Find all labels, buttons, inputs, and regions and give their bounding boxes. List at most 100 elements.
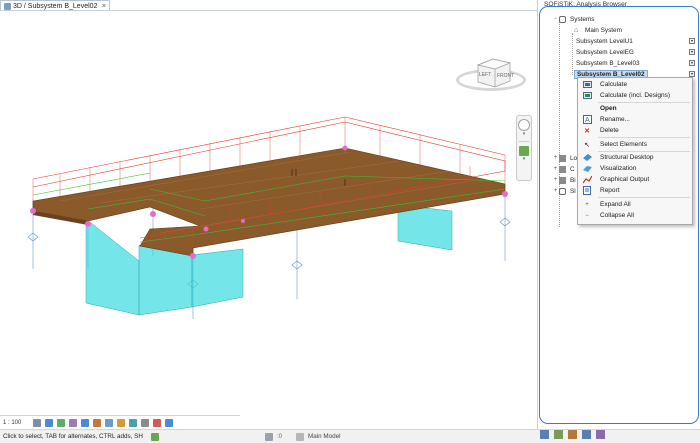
- 3d-viewport[interactable]: LEFT FRONT ▾ ▾: [0, 11, 537, 415]
- menu-item-label: Rename...: [600, 116, 630, 123]
- menu-item-label: Visualization: [600, 165, 637, 172]
- browser-toolbar: [540, 430, 605, 439]
- menu-item-rename[interactable]: A Rename...: [578, 114, 692, 125]
- close-icon[interactable]: ×: [102, 3, 106, 10]
- temporary-hide-icon[interactable]: [129, 418, 137, 427]
- model-icon[interactable]: [296, 432, 305, 441]
- structural-desktop-icon: [582, 153, 592, 162]
- filter-icon[interactable]: [568, 430, 577, 439]
- view-control-bar: 1 : 100: [0, 415, 240, 429]
- rename-icon: A: [582, 115, 592, 124]
- tree-node-main-system[interactable]: ⌂ Main System: [574, 25, 700, 35]
- menu-item-label: Graphical Output: [600, 176, 650, 183]
- design-options-count: :0: [277, 433, 283, 440]
- menu-item-label: Calculate: [600, 81, 628, 88]
- visual-style-icon[interactable]: [45, 418, 53, 427]
- status-hint: Click to select, TAB for alternates, CTR…: [3, 433, 143, 440]
- menu-item-label: Collapse All: [600, 212, 634, 219]
- menu-item-label: Report: [600, 187, 620, 194]
- expand-icon[interactable]: +: [552, 155, 559, 161]
- design-options-icon[interactable]: [265, 432, 273, 441]
- revit-window: 3D / Subsystem B_Level02 × LEFT FRONT ▾ …: [0, 0, 700, 443]
- tree-node-label: Subsystem LevelU1: [576, 37, 633, 45]
- detail-level-icon[interactable]: [33, 418, 41, 427]
- tree-node-label: C: [570, 165, 575, 173]
- menu-item-label: Calculate (incl. Designs): [600, 92, 671, 99]
- expand-icon[interactable]: +: [552, 177, 559, 183]
- pin-icon[interactable]: ▾: [689, 60, 695, 66]
- collapse-all-icon: −: [585, 212, 589, 219]
- menu-item-label: Open: [600, 105, 617, 112]
- calculate-icon: [582, 80, 592, 89]
- menu-item-collapse-all[interactable]: − Collapse All: [578, 210, 692, 221]
- tree-node-label: Subsystem LevelEG: [576, 48, 634, 56]
- render-icon[interactable]: [81, 418, 89, 427]
- menu-item-structural-desktop[interactable]: Structural Desktop: [578, 152, 692, 163]
- export-icon[interactable]: [596, 430, 605, 439]
- chevron-down-icon[interactable]: ▾: [517, 131, 531, 137]
- context-menu: Calculate Calculate (incl. Designs) Open…: [577, 77, 693, 225]
- highlight-displacement-icon[interactable]: [165, 418, 173, 427]
- viewcube-cube[interactable]: [456, 51, 528, 97]
- tree-node-systems[interactable]: − Systems: [552, 14, 698, 24]
- view-scale[interactable]: 1 : 100: [3, 420, 29, 426]
- menu-item-graphical-output[interactable]: Graphical Output: [578, 174, 692, 185]
- systems-icon: [559, 15, 566, 23]
- tree-node-label: Subsystem B_Level03: [576, 59, 640, 67]
- tree-node-subsystem-leveleg[interactable]: Subsystem LevelEG ▾: [574, 47, 698, 57]
- expand-icon[interactable]: +: [552, 188, 559, 194]
- crop-view-icon[interactable]: [93, 418, 101, 427]
- svg-text:A: A: [585, 117, 590, 124]
- tree-node-subsystem-b-level03[interactable]: Subsystem B_Level03 ▾: [574, 58, 698, 68]
- menu-item-label: Structural Desktop: [600, 154, 654, 161]
- delete-icon: ✕: [584, 127, 590, 135]
- view-tab-title: 3D / Subsystem B_Level02: [13, 2, 98, 10]
- active-model-select[interactable]: Main Model: [308, 433, 388, 440]
- menu-item-calculate-incl-designs[interactable]: Calculate (incl. Designs): [578, 90, 692, 101]
- sheet-icon: [559, 187, 566, 195]
- refresh-icon[interactable]: [540, 430, 549, 439]
- steering-wheel-icon[interactable]: [518, 119, 530, 131]
- analytical-model-icon[interactable]: [153, 418, 161, 427]
- chevron-down-icon[interactable]: ▾: [517, 156, 531, 162]
- menu-item-label: Delete: [600, 127, 619, 134]
- tree-node-label: Main System: [585, 26, 622, 34]
- viewcube[interactable]: LEFT FRONT: [456, 51, 528, 101]
- sun-path-icon[interactable]: [57, 418, 65, 427]
- zoom-icon[interactable]: [519, 146, 529, 156]
- menu-item-expand-all[interactable]: + Expand All: [578, 199, 692, 210]
- menu-item-visualization[interactable]: Visualization: [578, 163, 692, 174]
- report-icon: [582, 186, 592, 195]
- calculate-designs-icon: [582, 91, 592, 100]
- lock-view-icon[interactable]: [117, 418, 125, 427]
- folder-icon: [559, 176, 566, 184]
- viewcube-left-face[interactable]: LEFT: [479, 72, 491, 78]
- settings-icon[interactable]: [554, 430, 563, 439]
- shadows-icon[interactable]: [69, 418, 77, 427]
- menu-item-calculate[interactable]: Calculate: [578, 79, 692, 90]
- 3d-view-icon: [4, 2, 11, 10]
- visualization-icon: [582, 164, 592, 173]
- tree-node-label: Systems: [570, 15, 595, 23]
- expand-all-icon: +: [585, 201, 589, 208]
- menu-item-select-elements[interactable]: ↖ Select Elements: [578, 139, 692, 150]
- navigation-bar: ▾ ▾: [516, 115, 532, 181]
- menu-item-report[interactable]: Report: [578, 185, 692, 196]
- browser-title: SOFiSTiK: Analysis Browser: [544, 1, 627, 8]
- menu-item-delete[interactable]: ✕ Delete: [578, 125, 692, 136]
- reveal-hidden-icon[interactable]: [141, 418, 149, 427]
- menu-item-label: Select Elements: [600, 141, 647, 148]
- pin-icon[interactable]: ▾: [689, 38, 695, 44]
- collapse-icon[interactable]: −: [552, 16, 559, 22]
- viewcube-front-face[interactable]: FRONT: [497, 73, 514, 79]
- folder-icon: [559, 154, 566, 162]
- pin-icon[interactable]: ▾: [689, 49, 695, 55]
- expand-icon[interactable]: +: [552, 166, 559, 172]
- menu-item-open[interactable]: Open: [578, 103, 692, 114]
- link-icon[interactable]: [582, 430, 591, 439]
- tree-node-subsystem-levelu1[interactable]: Subsystem LevelU1 ▾: [574, 36, 698, 46]
- show-crop-icon[interactable]: [105, 418, 113, 427]
- select-elements-icon: ↖: [584, 141, 590, 149]
- worksets-icon[interactable]: [151, 432, 159, 441]
- folder-icon: [559, 165, 566, 173]
